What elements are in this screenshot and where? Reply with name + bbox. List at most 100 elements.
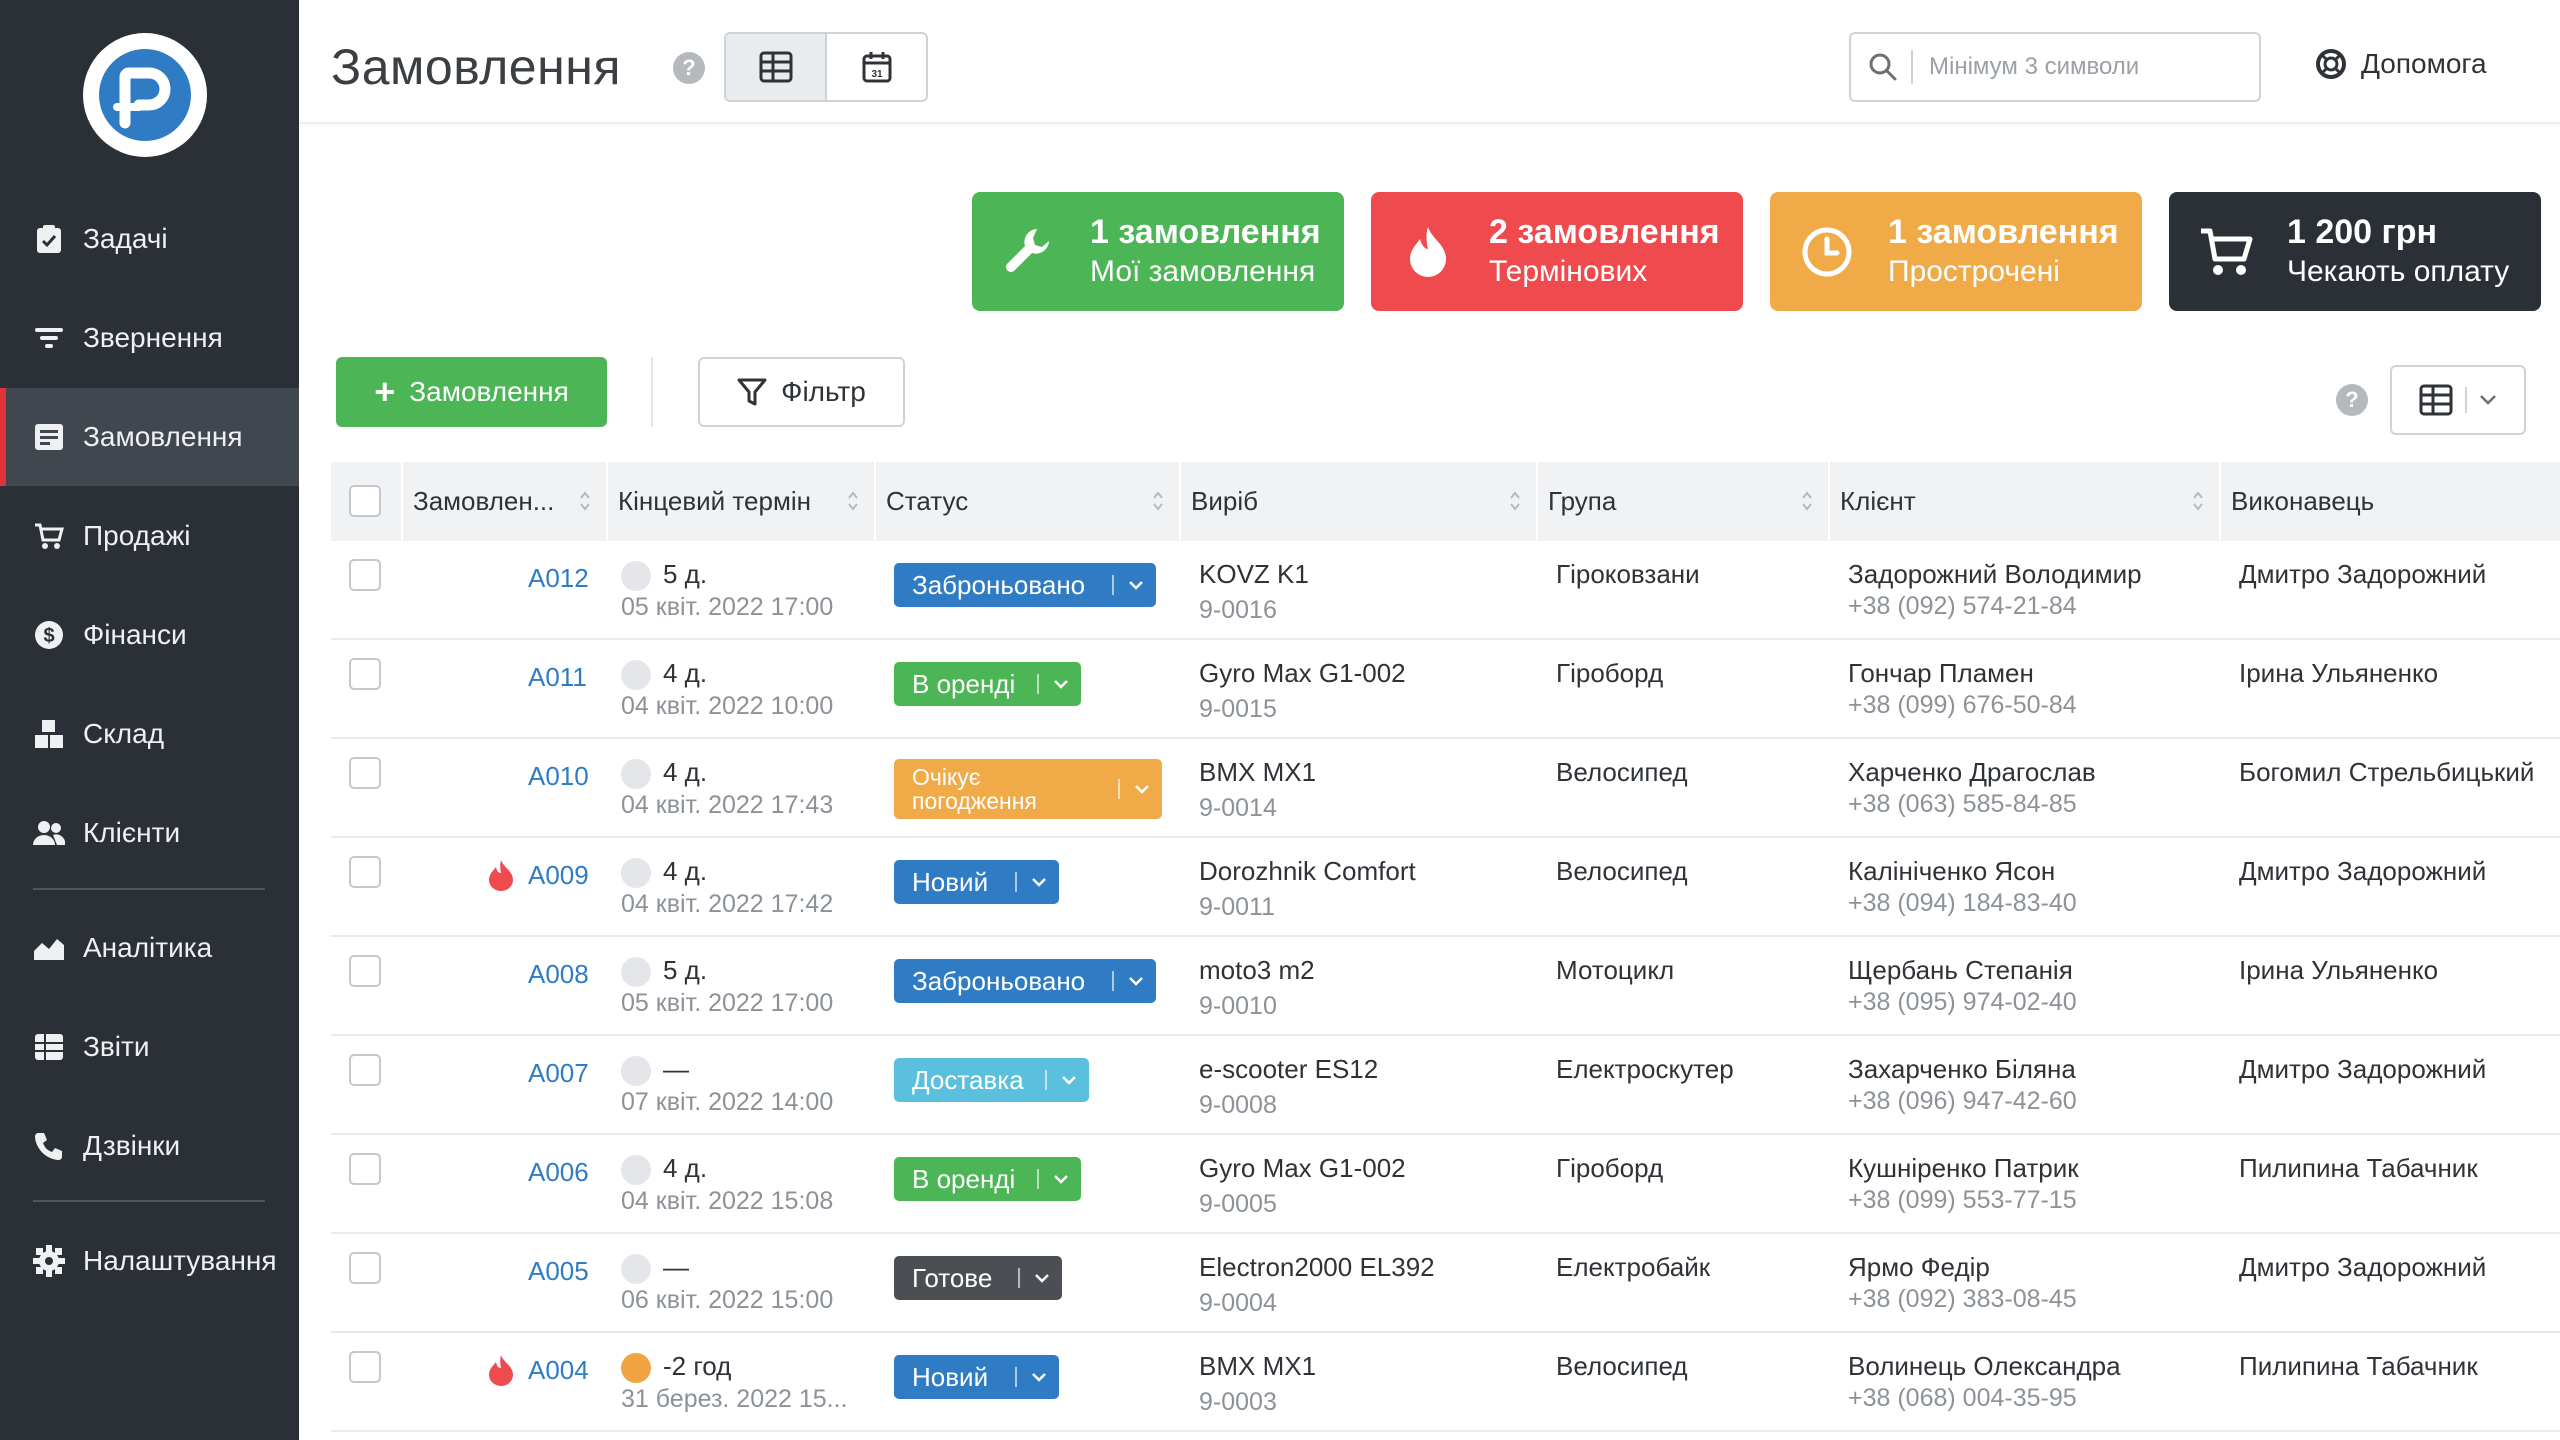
client-name[interactable]: Щербань Степанія: [1848, 955, 2077, 986]
order-number-link[interactable]: A009: [528, 860, 589, 891]
table-row[interactable]: A005 — 06 квіт. 2022 15:00 Готове Electron20…: [331, 1234, 2560, 1333]
help-link[interactable]: Допомога: [2315, 48, 2487, 80]
client-phone[interactable]: +38 (092) 574-21-84: [1848, 592, 2142, 621]
deadline-cell: — 07 квіт. 2022 14:00: [621, 1054, 833, 1117]
product-name: Gyro Max G1-002: [1199, 1153, 1406, 1183]
status-dropdown[interactable]: Новий: [894, 860, 1059, 904]
client-phone[interactable]: +38 (095) 974-02-40: [1848, 988, 2077, 1017]
client-name[interactable]: Кушніренко Патрик: [1848, 1153, 2079, 1184]
funnel-icon: [737, 377, 767, 407]
column-header-order[interactable]: Замовлен...: [403, 462, 608, 541]
row-checkbox[interactable]: [349, 856, 381, 888]
select-all-checkbox[interactable]: [349, 485, 381, 517]
table-row[interactable]: A006 4 д. 04 квіт. 2022 15:08 В оренді Gyro …: [331, 1135, 2560, 1234]
column-header-client[interactable]: Клієнт: [1830, 462, 2221, 541]
column-header-assignee[interactable]: Виконавець: [2221, 462, 2560, 541]
add-order-button[interactable]: + Замовлення: [336, 357, 607, 427]
sort-icon: [1153, 491, 1163, 511]
assignee-cell: Богомил Стрельбицький: [2239, 757, 2535, 787]
client-name[interactable]: Ярмо Федір: [1848, 1252, 2077, 1283]
table-row[interactable]: A010 4 д. 04 квіт. 2022 17:43 Очікує погодж…: [331, 739, 2560, 838]
row-checkbox[interactable]: [349, 1153, 381, 1185]
status-dropdown[interactable]: Заброньовано: [894, 959, 1156, 1003]
urgent-orders-card[interactable]: 2 замовлення Термінових: [1371, 192, 1743, 311]
client-phone[interactable]: +38 (068) 004-35-95: [1848, 1384, 2121, 1413]
client-name[interactable]: Харченко Драгослав: [1848, 757, 2096, 788]
client-phone[interactable]: +38 (092) 383-08-45: [1848, 1285, 2077, 1314]
sidebar-item-warehouse[interactable]: Склад: [0, 685, 299, 783]
order-number-link[interactable]: A004: [528, 1355, 589, 1386]
table-row[interactable]: A012 5 д. 05 квіт. 2022 17:00 Заброньовано K…: [331, 541, 2560, 640]
table-row[interactable]: A008 5 д. 05 квіт. 2022 17:00 Заброньовано m…: [331, 937, 2560, 1036]
client-name[interactable]: Гончар Пламен: [1848, 658, 2077, 689]
table-view-button[interactable]: [726, 34, 827, 100]
column-header-status[interactable]: Статус: [876, 462, 1181, 541]
sidebar-item-calls[interactable]: Дзвінки: [0, 1097, 299, 1195]
column-header-group[interactable]: Група: [1538, 462, 1830, 541]
chevron-down-icon: [1129, 581, 1143, 590]
status-dropdown[interactable]: В оренді: [894, 1157, 1081, 1201]
help-icon[interactable]: ?: [673, 52, 705, 84]
clock-icon: [621, 660, 651, 691]
row-checkbox[interactable]: [349, 658, 381, 690]
product-code: 9-0003: [1199, 1388, 1277, 1416]
order-number-link[interactable]: A010: [528, 761, 589, 792]
sidebar-item-sales[interactable]: Продажі: [0, 487, 299, 585]
order-number-link[interactable]: A006: [528, 1157, 589, 1188]
status-divider: [1118, 779, 1120, 799]
sidebar-item-reports[interactable]: Звіти: [0, 998, 299, 1096]
order-number-link[interactable]: A012: [528, 563, 589, 594]
sort-icon: [1510, 491, 1520, 511]
filter-button[interactable]: Фільтр: [698, 357, 905, 427]
calendar-view-button[interactable]: 31: [827, 34, 926, 100]
sidebar-item-finance[interactable]: $ Фінанси: [0, 586, 299, 684]
order-number-link[interactable]: A011: [528, 662, 587, 693]
app-logo[interactable]: [83, 33, 207, 157]
client-name[interactable]: Калініченко Ясон: [1848, 856, 2077, 887]
client-name[interactable]: Задорожний Володимир: [1848, 559, 2142, 590]
client-name[interactable]: Захарченко Біляна: [1848, 1054, 2077, 1085]
awaiting-payment-card[interactable]: 1 200 грн Чекають оплату: [2169, 192, 2541, 311]
order-number-link[interactable]: A008: [528, 959, 589, 990]
row-checkbox[interactable]: [349, 1351, 381, 1383]
sidebar-item-clients[interactable]: Клієнти: [0, 784, 299, 882]
status-dropdown[interactable]: Готове: [894, 1256, 1062, 1300]
my-orders-card[interactable]: 1 замовлення Мої замовлення: [972, 192, 1344, 311]
status-dropdown[interactable]: Доставка: [894, 1058, 1089, 1102]
status-dropdown[interactable]: В оренді: [894, 662, 1081, 706]
client-phone[interactable]: +38 (099) 553-77-15: [1848, 1186, 2079, 1215]
table-row[interactable]: A009 4 д. 04 квіт. 2022 17:42 Новий Dorozhni…: [331, 838, 2560, 937]
row-checkbox[interactable]: [349, 955, 381, 987]
sidebar-item-orders[interactable]: Замовлення: [0, 388, 299, 486]
table-row[interactable]: A007 — 07 квіт. 2022 14:00 Доставка e-scoote…: [331, 1036, 2560, 1135]
client-phone[interactable]: +38 (063) 585-84-85: [1848, 790, 2096, 819]
search-input[interactable]: [1911, 50, 2231, 84]
overdue-orders-card[interactable]: 1 замовлення Прострочені: [1770, 192, 2142, 311]
status-dropdown[interactable]: Заброньовано: [894, 563, 1156, 607]
client-name[interactable]: Волинець Олександра: [1848, 1351, 2121, 1382]
sidebar-item-requests[interactable]: Звернення: [0, 289, 299, 387]
row-checkbox[interactable]: [349, 1252, 381, 1284]
client-phone[interactable]: +38 (096) 947-42-60: [1848, 1087, 2077, 1116]
order-number-link[interactable]: A007: [528, 1058, 589, 1089]
column-header-deadline[interactable]: Кінцевий термін: [608, 462, 876, 541]
sidebar-item-analytics[interactable]: Аналітика: [0, 899, 299, 997]
product-code: 9-0004: [1199, 1289, 1277, 1317]
table-row[interactable]: A011 4 д. 04 квіт. 2022 10:00 В оренді Gyro …: [331, 640, 2560, 739]
order-number-link[interactable]: A005: [528, 1256, 589, 1287]
sidebar-item-tasks[interactable]: Задачі: [0, 190, 299, 288]
table-row[interactable]: A004 -2 год 31 берез. 2022 15... Новий BMX M…: [331, 1333, 2560, 1432]
row-checkbox[interactable]: [349, 757, 381, 789]
row-checkbox[interactable]: [349, 559, 381, 591]
client-phone[interactable]: +38 (099) 676-50-84: [1848, 691, 2077, 720]
column-header-product[interactable]: Виріб: [1181, 462, 1538, 541]
client-phone[interactable]: +38 (094) 184-83-40: [1848, 889, 2077, 918]
status-dropdown[interactable]: Очікує погодження: [894, 759, 1162, 819]
row-checkbox[interactable]: [349, 1054, 381, 1086]
help-icon[interactable]: ?: [2336, 384, 2368, 416]
status-dropdown[interactable]: Новий: [894, 1355, 1059, 1399]
status-label: Заброньовано: [912, 569, 1086, 600]
sidebar-item-settings[interactable]: Налаштування: [0, 1212, 299, 1310]
product-name: BMX MX1: [1199, 1351, 1317, 1381]
column-settings-button[interactable]: [2390, 365, 2526, 435]
